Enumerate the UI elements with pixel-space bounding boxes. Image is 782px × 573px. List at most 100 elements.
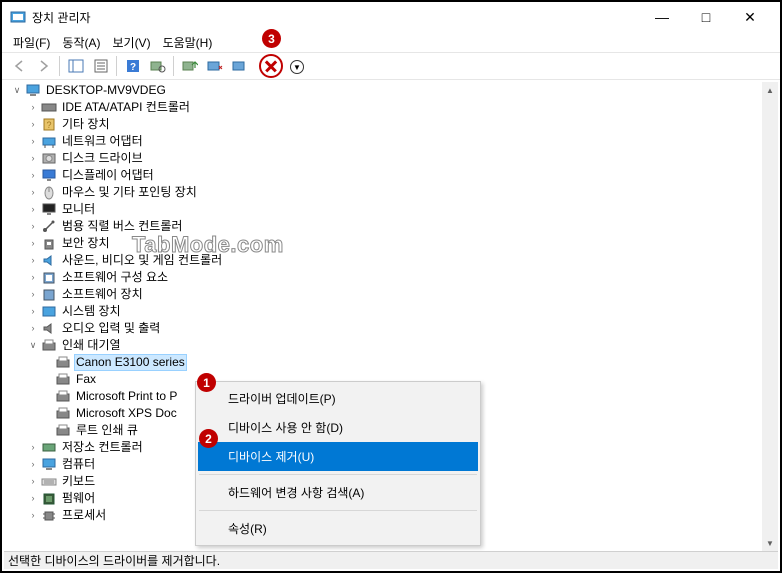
swcomp-icon (40, 270, 57, 286)
tree-category-label: 디스크 드라이브 (60, 150, 145, 167)
context-menu-item[interactable]: 디바이스 사용 안 함(D) (198, 413, 478, 442)
tree-category-label: IDE ATA/ATAPI 컨트롤러 (60, 99, 192, 116)
annotation-uninstall-circle (259, 54, 283, 78)
properties-button[interactable] (89, 55, 112, 77)
tree-device-label: Microsoft XPS Doc (74, 405, 179, 422)
context-menu-item[interactable]: 하드웨어 변경 사항 검색(A) (198, 478, 478, 507)
disk-icon (40, 151, 57, 167)
tree-category-label: 보안 장치 (60, 235, 112, 252)
tree-category[interactable]: ›소프트웨어 장치 (4, 286, 762, 303)
usb-icon (40, 219, 57, 235)
tree-category[interactable]: ›소프트웨어 구성 요소 (4, 269, 762, 286)
context-menu-item[interactable]: 속성(R) (198, 514, 478, 543)
keyboard-icon (40, 474, 57, 490)
minimize-button[interactable]: — (640, 3, 684, 32)
tree-category-label: 오디오 입력 및 출력 (60, 320, 162, 337)
other-icon: ? (40, 117, 57, 133)
tree-category[interactable]: ∨인쇄 대기열 (4, 337, 762, 354)
scan-hardware-button[interactable] (146, 55, 169, 77)
svg-text:?: ? (129, 62, 135, 73)
scroll-up-button[interactable]: ▲ (762, 82, 778, 98)
scroll-down-button[interactable]: ▼ (762, 535, 778, 551)
tree-device-label: Microsoft Print to P (74, 388, 179, 405)
printer-icon (54, 372, 71, 388)
disable-device-button[interactable] (203, 55, 226, 77)
display-icon (40, 168, 57, 184)
context-menu-item[interactable]: 드라이버 업데이트(P) (198, 384, 478, 413)
menu-help[interactable]: 도움말(H) (157, 33, 219, 52)
tree-root-label: DESKTOP-MV9VDEG (44, 82, 168, 99)
audio-icon (40, 321, 57, 337)
title-bar: 장치 관리자 — □ ✕ (2, 2, 780, 32)
tree-device-label: Fax (74, 371, 98, 388)
computer-icon (24, 83, 41, 99)
context-menu-item[interactable]: 디바이스 제거(U) (198, 442, 478, 471)
menu-view[interactable]: 보기(V) (106, 33, 156, 52)
tree-category-label: 사운드, 비디오 및 게임 컨트롤러 (60, 252, 224, 269)
context-menu: 드라이버 업데이트(P)디바이스 사용 안 함(D)디바이스 제거(U) 하드웨어… (195, 381, 481, 546)
tree-category-label: 키보드 (60, 473, 97, 490)
tree-category[interactable]: ›마우스 및 기타 포인팅 장치 (4, 184, 762, 201)
printer-icon (54, 389, 71, 405)
menu-separator (199, 474, 477, 475)
annotation-badge-3 (262, 29, 281, 48)
menu-separator (199, 510, 477, 511)
tree-category[interactable]: ›사운드, 비디오 및 게임 컨트롤러 (4, 252, 762, 269)
forward-button[interactable] (32, 55, 55, 77)
tree-category[interactable]: ›디스플레이 어댑터 (4, 167, 762, 184)
tree-category[interactable]: ›네트워크 어댑터 (4, 133, 762, 150)
tree-category[interactable]: ›범용 직렬 버스 컨트롤러 (4, 218, 762, 235)
tree-category-label: 범용 직렬 버스 컨트롤러 (60, 218, 184, 235)
tree-category[interactable]: ›디스크 드라이브 (4, 150, 762, 167)
tree-category-label: 마우스 및 기타 포인팅 장치 (60, 184, 199, 201)
annotation-badge-2 (199, 429, 218, 448)
tree-category-label: 모니터 (60, 201, 97, 218)
tree-root[interactable]: ∨DESKTOP-MV9VDEG (4, 82, 762, 99)
tree-category-label: 소프트웨어 장치 (60, 286, 145, 303)
tree-category[interactable]: ›IDE ATA/ATAPI 컨트롤러 (4, 99, 762, 116)
help-button[interactable]: ? (121, 55, 144, 77)
tree-category-label: 컴퓨터 (60, 456, 97, 473)
tree-category-label: 프로세서 (60, 507, 108, 524)
toolbar: ? (2, 52, 780, 80)
tree-category-label: 펌웨어 (60, 490, 97, 507)
back-button[interactable] (7, 55, 30, 77)
tree-category[interactable]: ›보안 장치 (4, 235, 762, 252)
maximize-button[interactable]: □ (684, 3, 728, 32)
monitor-icon (40, 202, 57, 218)
menu-file[interactable]: 파일(F) (7, 33, 56, 52)
update-driver-button[interactable] (178, 55, 201, 77)
tree-category[interactable]: ›오디오 입력 및 출력 (4, 320, 762, 337)
network-icon (40, 134, 57, 150)
menu-bar: 파일(F) 동작(A) 보기(V) 도움말(H) (2, 32, 780, 52)
tree-device[interactable]: Canon E3100 series (4, 354, 762, 371)
tree-category-label: 인쇄 대기열 (60, 337, 123, 354)
tree-category-label: 네트워크 어댑터 (60, 133, 145, 150)
sound-icon (40, 253, 57, 269)
window-title: 장치 관리자 (32, 9, 640, 26)
tree-category-label: 소프트웨어 구성 요소 (60, 269, 170, 286)
printer-icon (54, 406, 71, 422)
app-icon (10, 9, 26, 25)
system-icon (40, 304, 57, 320)
pc-icon (40, 457, 57, 473)
annotation-badge-1 (197, 373, 216, 392)
show-hide-console-button[interactable] (64, 55, 87, 77)
security-icon (40, 236, 57, 252)
printer-icon (54, 355, 71, 371)
uninstall-device-button[interactable] (228, 55, 251, 77)
vertical-scrollbar[interactable]: ▲ ▼ (762, 82, 778, 551)
tree-category-label: 디스플레이 어댑터 (60, 167, 156, 184)
cpu-icon (40, 508, 57, 524)
tree-category[interactable]: ›시스템 장치 (4, 303, 762, 320)
tree-category[interactable]: ›?기타 장치 (4, 116, 762, 133)
tree-category-label: 시스템 장치 (60, 303, 123, 320)
swdev-icon (40, 287, 57, 303)
download-arrow-icon: ▼ (290, 60, 304, 74)
tree-category[interactable]: ›모니터 (4, 201, 762, 218)
tree-category-label: 저장소 컨트롤러 (60, 439, 145, 456)
menu-action[interactable]: 동작(A) (56, 33, 106, 52)
ide-icon (40, 100, 57, 116)
close-button[interactable]: ✕ (728, 3, 772, 32)
tree-device-label: Canon E3100 series (74, 354, 187, 371)
